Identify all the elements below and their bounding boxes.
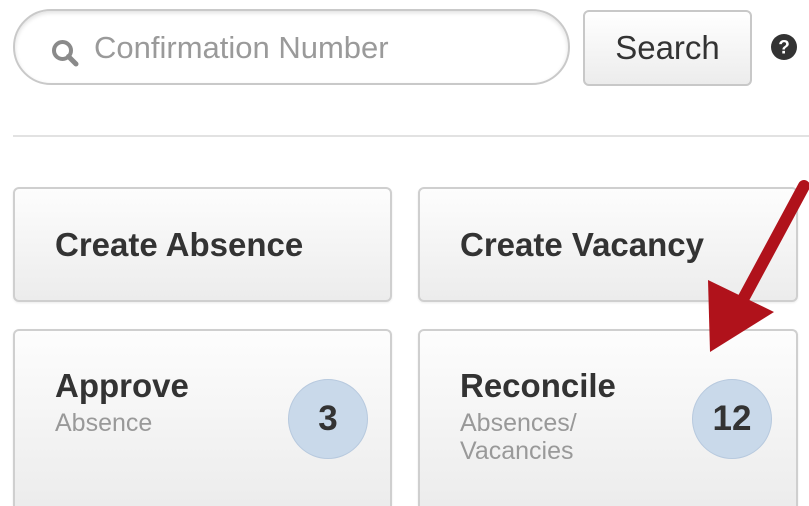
reconcile-count-badge: 12 [692, 379, 772, 459]
search-button[interactable]: Search [583, 10, 752, 86]
approve-subtitle: Absence [55, 409, 153, 437]
divider [13, 135, 809, 137]
create-vacancy-label: Create Vacancy [460, 225, 705, 263]
create-absence-button[interactable]: Create Absence [13, 187, 392, 302]
svg-text:?: ? [778, 38, 790, 59]
search-icon [52, 40, 79, 67]
help-icon[interactable]: ? [770, 33, 798, 61]
approve-count-badge: 3 [288, 379, 368, 459]
search-input[interactable] [92, 21, 556, 75]
reconcile-title: Reconcile [460, 367, 616, 404]
approve-title: Approve [55, 367, 189, 404]
create-absence-label: Create Absence [55, 225, 304, 263]
approve-absence-button[interactable]: Approve Absence 3 [13, 329, 392, 506]
red-arrow-annotation [708, 180, 809, 352]
reconcile-subtitle: Absences/ Vacancies [460, 409, 577, 465]
search-box[interactable] [13, 9, 570, 85]
